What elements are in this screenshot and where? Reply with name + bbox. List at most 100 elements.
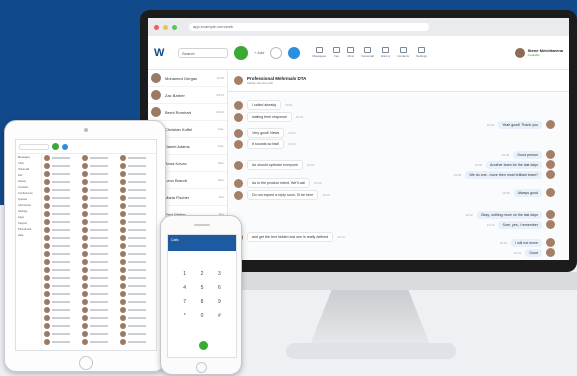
tablet-contact-row[interactable] (80, 258, 118, 266)
tablet-contact-row[interactable] (80, 274, 118, 282)
tablet-contact-row[interactable] (118, 338, 156, 346)
tablet-contact-row[interactable] (118, 162, 156, 170)
dialpad-key[interactable]: 0 (193, 313, 210, 319)
tablet-contact-row[interactable] (118, 258, 156, 266)
dialpad-key[interactable]: 2 (193, 271, 210, 277)
tablet-contact-row[interactable] (80, 242, 118, 250)
tablet-contact-row[interactable] (80, 154, 118, 162)
tablet-contact-row[interactable] (42, 250, 80, 258)
tablet-contact-row[interactable] (80, 266, 118, 274)
tablet-contact-row[interactable] (80, 298, 118, 306)
contact-item[interactable]: Bernt Romhart 09:10 (148, 104, 227, 121)
tablet-contact-row[interactable] (80, 338, 118, 346)
tablet-contact-row[interactable] (42, 218, 80, 226)
tablet-contact-row[interactable] (42, 290, 80, 298)
tablet-contact-row[interactable] (80, 194, 118, 202)
tablet-contact-row[interactable] (118, 170, 156, 178)
tablet-contact-row[interactable] (80, 314, 118, 322)
address-bar[interactable]: app.example.com/web (189, 23, 429, 31)
tablet-contact-row[interactable] (42, 338, 80, 346)
dialpad-key[interactable]: 3 (211, 271, 228, 277)
tablet-contact-row[interactable] (118, 250, 156, 258)
tablet-contact-row[interactable] (42, 154, 80, 162)
contact-item[interactable]: Mohamed Gergan 10:02 (148, 70, 227, 87)
nav-item-history[interactable]: History (381, 47, 390, 58)
tablet-contact-row[interactable] (118, 298, 156, 306)
nav-item-voicemail[interactable]: Voicemail (361, 47, 374, 58)
nav-item-settings[interactable]: Settings (416, 47, 427, 58)
tablet-contact-row[interactable] (80, 178, 118, 186)
tablet-contact-row[interactable] (118, 234, 156, 242)
tablet-contact-row[interactable] (42, 274, 80, 282)
minimize-window-icon[interactable] (163, 24, 168, 30)
call-button[interactable] (199, 341, 208, 350)
tablet-contact-row[interactable] (42, 330, 80, 338)
contact-item[interactable]: Zac Barber 09:41 (148, 87, 227, 104)
dialpad-key[interactable]: * (176, 313, 193, 319)
tablet-contact-row[interactable] (42, 178, 80, 186)
tablet-contact-row[interactable] (80, 234, 118, 242)
tablet-contact-row[interactable] (80, 322, 118, 330)
tablet-contact-row[interactable] (42, 226, 80, 234)
call-button[interactable] (52, 143, 59, 150)
dialpad-key[interactable]: 1 (176, 271, 193, 277)
nav-item-chat[interactable]: Chat (347, 47, 355, 58)
tablet-contact-row[interactable] (118, 314, 156, 322)
video-button[interactable] (288, 46, 301, 59)
tablet-contact-row[interactable] (42, 202, 80, 210)
dialpad-key[interactable]: 6 (211, 285, 228, 291)
tablet-contact-row[interactable] (42, 170, 80, 178)
tablet-contact-row[interactable] (42, 242, 80, 250)
tablet-contact-row[interactable] (80, 290, 118, 298)
nav-item-messages[interactable]: Messages (312, 47, 326, 58)
tablet-contact-row[interactable] (42, 298, 80, 306)
tablet-contact-row[interactable] (42, 194, 80, 202)
tablet-contact-row[interactable] (42, 210, 80, 218)
tablet-contact-row[interactable] (118, 154, 156, 162)
tablet-contact-row[interactable] (118, 330, 156, 338)
tablet-contact-row[interactable] (80, 186, 118, 194)
video-button[interactable] (62, 143, 68, 150)
tablet-contact-row[interactable] (118, 242, 156, 250)
dialpad-key[interactable]: 4 (176, 285, 193, 291)
tablet-contact-row[interactable] (118, 194, 156, 202)
user-menu[interactable]: Stene Meichtarena Available (514, 47, 563, 58)
search-input[interactable] (19, 143, 49, 150)
dialpad-button[interactable] (270, 46, 283, 59)
tablet-contact-row[interactable] (118, 266, 156, 274)
dialpad-key[interactable]: 8 (193, 299, 210, 305)
tablet-contact-row[interactable] (118, 306, 156, 314)
search-input[interactable]: Search (178, 47, 228, 58)
tablet-contact-row[interactable] (42, 186, 80, 194)
tablet-contact-row[interactable] (118, 218, 156, 226)
tablet-contact-row[interactable] (118, 178, 156, 186)
tablet-contact-row[interactable] (42, 162, 80, 170)
call-button[interactable] (234, 45, 248, 60)
dialpad-key[interactable]: 5 (193, 285, 210, 291)
tablet-contact-row[interactable] (80, 210, 118, 218)
maximize-window-icon[interactable] (172, 24, 177, 30)
home-button[interactable] (196, 362, 207, 373)
tablet-contact-row[interactable] (42, 234, 80, 242)
tablet-contact-row[interactable] (42, 282, 80, 290)
close-window-icon[interactable] (154, 24, 159, 30)
tablet-contact-row[interactable] (118, 226, 156, 234)
tablet-contact-row[interactable] (42, 314, 80, 322)
tablet-contact-row[interactable] (118, 186, 156, 194)
tablet-contact-row[interactable] (80, 162, 118, 170)
tablet-contact-row[interactable] (80, 306, 118, 314)
tablet-contact-row[interactable] (42, 266, 80, 274)
tablet-contact-row[interactable] (42, 306, 80, 314)
tablet-contact-row[interactable] (42, 322, 80, 330)
tablet-contact-row[interactable] (118, 210, 156, 218)
tablet-contact-row[interactable] (80, 250, 118, 258)
tablet-contact-row[interactable] (118, 274, 156, 282)
dialpad-key[interactable]: 9 (211, 299, 228, 305)
tablet-contact-row[interactable] (118, 290, 156, 298)
tablet-contact-row[interactable] (80, 170, 118, 178)
nav-item-contacts[interactable]: Contacts (397, 47, 409, 58)
tablet-contact-row[interactable] (80, 226, 118, 234)
dialpad-key[interactable]: 7 (176, 299, 193, 305)
tablet-contact-row[interactable] (42, 258, 80, 266)
tablet-menu-item[interactable]: Help (16, 234, 41, 240)
